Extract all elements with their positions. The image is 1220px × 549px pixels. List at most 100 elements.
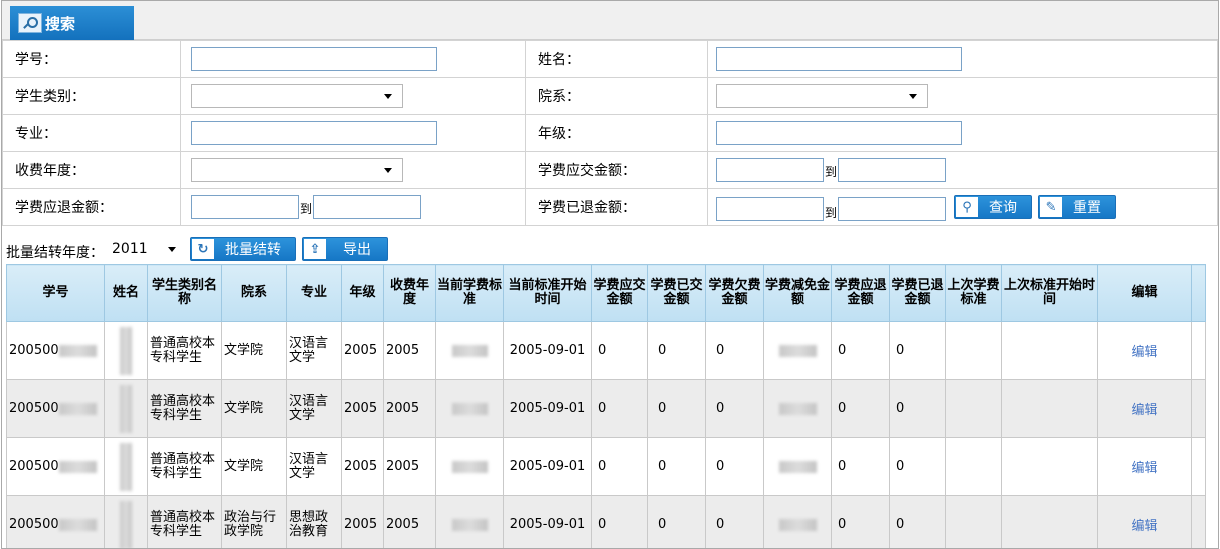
- edit-link[interactable]: 编辑: [1097, 321, 1192, 380]
- refund-due-cell: 0: [831, 437, 890, 496]
- reset-button[interactable]: ✎ 重置: [1038, 195, 1117, 219]
- fee-due-to-input[interactable]: [838, 158, 947, 182]
- col-header[interactable]: 学费已退金额: [889, 264, 946, 322]
- fee-owed-cell: 0: [705, 437, 764, 496]
- fee-due-from-input[interactable]: [716, 158, 824, 182]
- last-fee-cell: [945, 379, 1002, 438]
- col-header[interactable]: 学号: [6, 264, 105, 322]
- col-header[interactable]: 姓名: [104, 264, 148, 322]
- student-type-select[interactable]: [191, 84, 403, 108]
- export-icon: ⇪: [304, 239, 326, 259]
- department-select[interactable]: [716, 84, 928, 108]
- col-header[interactable]: 学费应退金额: [831, 264, 890, 322]
- refund-due-cell: 0: [831, 321, 890, 380]
- filler-cell: [1191, 437, 1206, 496]
- refund-due-to-input[interactable]: [313, 195, 422, 219]
- col-header[interactable]: 上次学费标准: [945, 264, 1002, 322]
- current-fee-cell: [435, 437, 504, 496]
- major-cell: 汉语言文学: [286, 321, 342, 380]
- col-header[interactable]: 学费已交金额: [647, 264, 706, 322]
- fee-due-label: 学费应交金额：: [525, 151, 708, 189]
- grade-label: 年级：: [525, 114, 708, 152]
- student-id-cell: 200500: [6, 379, 105, 438]
- col-header[interactable]: 当前学费标准: [435, 264, 504, 322]
- col-header[interactable]: 学费减免金额: [763, 264, 832, 322]
- grade-input[interactable]: [716, 121, 962, 145]
- fee-due-range: 到: [716, 158, 1217, 182]
- last-fee-cell: [945, 437, 1002, 496]
- student-id-label: 学号：: [2, 40, 181, 78]
- fee-paid-cell: 0: [647, 379, 706, 438]
- batch-year-select[interactable]: 2011: [108, 238, 180, 260]
- batch-transfer-button[interactable]: ↻ 批量结转: [190, 237, 296, 261]
- table-row[interactable]: 200500 普通高校本专科学生 文学院 汉语言文学 2005 2005 2005-09-0…: [6, 437, 1206, 496]
- redacted-block: [451, 402, 488, 415]
- col-header[interactable]: 上次标准开始时间: [1001, 264, 1098, 322]
- name-cell: [104, 379, 148, 438]
- fee-year-label: 收费年度：: [2, 151, 181, 189]
- redacted-block: [58, 344, 97, 357]
- major-cell: 汉语言文学: [286, 379, 342, 438]
- current-fee-cell: [435, 495, 504, 548]
- col-header-filler: [1191, 264, 1206, 322]
- col-header[interactable]: 编辑: [1097, 264, 1192, 322]
- col-header[interactable]: 年级: [341, 264, 384, 322]
- student-id-cell: 200500: [6, 437, 105, 496]
- student-type-cell: 普通高校本专科学生: [147, 495, 222, 548]
- student-type-cell: 普通高校本专科学生: [147, 379, 222, 438]
- col-header[interactable]: 专业: [286, 264, 342, 322]
- student-id-input[interactable]: [191, 47, 437, 71]
- fee-management-panel: 搜索 学号： 姓名： 学生类别： 院系： 专业： 年级： 收费年度： 学费应交金…: [1, 0, 1219, 549]
- table-row[interactable]: 200500 普通高校本专科学生 文学院 汉语言文学 2005 2005 2005-09-0…: [6, 379, 1206, 438]
- fee-year-select[interactable]: [191, 158, 403, 182]
- export-button[interactable]: ⇪ 导出: [302, 237, 388, 261]
- refund-due-from-input[interactable]: [191, 195, 299, 219]
- query-button[interactable]: ⚲ 查询: [954, 195, 1033, 219]
- refunded-cell: 0: [889, 379, 946, 438]
- student-type-label: 学生类别：: [2, 77, 181, 115]
- filler-cell: [1191, 379, 1206, 438]
- refunded-to-input[interactable]: [838, 197, 947, 221]
- table-row[interactable]: 200500 普通高校本专科学生 政治与行政学院 思想政治教育 2005 2005 2005…: [6, 495, 1206, 548]
- col-header[interactable]: 当前标准开始时间: [503, 264, 592, 322]
- major-cell: 思想政治教育: [286, 495, 342, 548]
- refund-due-cell: 0: [831, 495, 890, 548]
- search-tab[interactable]: 搜索: [10, 6, 134, 40]
- student-id-cell: 200500: [6, 495, 105, 548]
- search-add-icon: ⚲: [956, 197, 979, 217]
- major-input[interactable]: [191, 121, 437, 145]
- col-header[interactable]: 收费年度: [383, 264, 436, 322]
- refunded-cell: 0: [889, 437, 946, 496]
- redacted-block: [778, 402, 817, 415]
- grade-cell: 2005: [341, 321, 384, 380]
- refunded-from-input[interactable]: [716, 197, 824, 221]
- col-header[interactable]: 学费欠费金额: [705, 264, 764, 322]
- table-row[interactable]: 200500 普通高校本专科学生 文学院 汉语言文学 2005 2005 2005-09-0…: [6, 321, 1206, 380]
- grade-cell: 2005: [341, 495, 384, 548]
- search-tab-bar: 搜索: [2, 1, 1218, 40]
- redacted-block: [58, 460, 97, 473]
- name-input[interactable]: [716, 47, 962, 71]
- col-header[interactable]: 学费应交金额: [591, 264, 648, 322]
- student-id-cell: 200500: [6, 321, 105, 380]
- last-fee-cell: [945, 495, 1002, 548]
- edit-link[interactable]: 编辑: [1097, 379, 1192, 438]
- department-cell: 文学院: [221, 437, 287, 496]
- search-form: 学号： 姓名： 学生类别： 院系： 专业： 年级： 收费年度： 学费应交金额： …: [2, 40, 1218, 226]
- name-cell: [104, 437, 148, 496]
- edit-link[interactable]: 编辑: [1097, 495, 1192, 548]
- col-header[interactable]: 学生类别名称: [147, 264, 222, 322]
- fee-paid-cell: 0: [647, 495, 706, 548]
- col-header[interactable]: 院系: [221, 264, 287, 322]
- edit-link[interactable]: 编辑: [1097, 437, 1192, 496]
- fee-due-cell: 0: [591, 321, 648, 380]
- reset-pen-icon: ✎: [1040, 197, 1063, 217]
- start-date-cell: 2005-09-01: [503, 495, 592, 548]
- redacted-block: [778, 460, 817, 473]
- student-type-cell: 普通高校本专科学生: [147, 437, 222, 496]
- redacted-block: [58, 402, 97, 415]
- start-date-cell: 2005-09-01: [503, 321, 592, 380]
- fee-due-cell: 0: [591, 379, 648, 438]
- search-tab-label: 搜索: [45, 14, 76, 33]
- grade-cell: 2005: [341, 379, 384, 438]
